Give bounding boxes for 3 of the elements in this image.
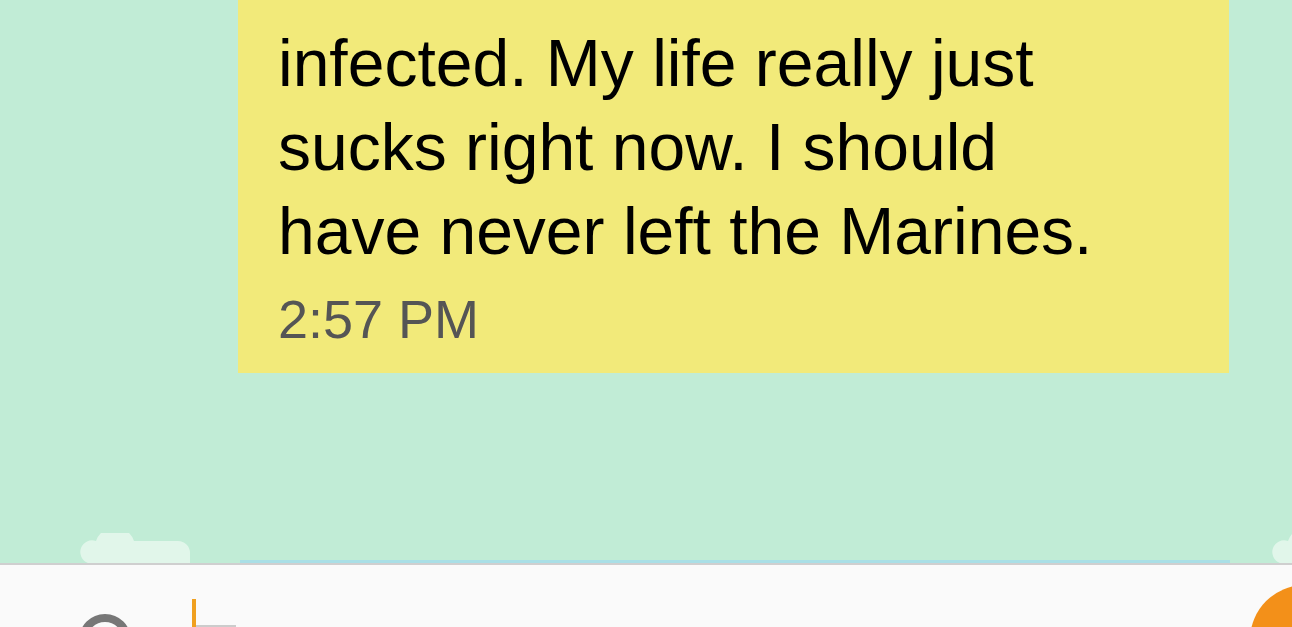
message-text: infected. My life really just sucks right now. I should have never left the Marines. <box>278 25 1094 270</box>
message-time: 2:57 PM <box>278 288 480 351</box>
text-cursor <box>192 599 196 627</box>
